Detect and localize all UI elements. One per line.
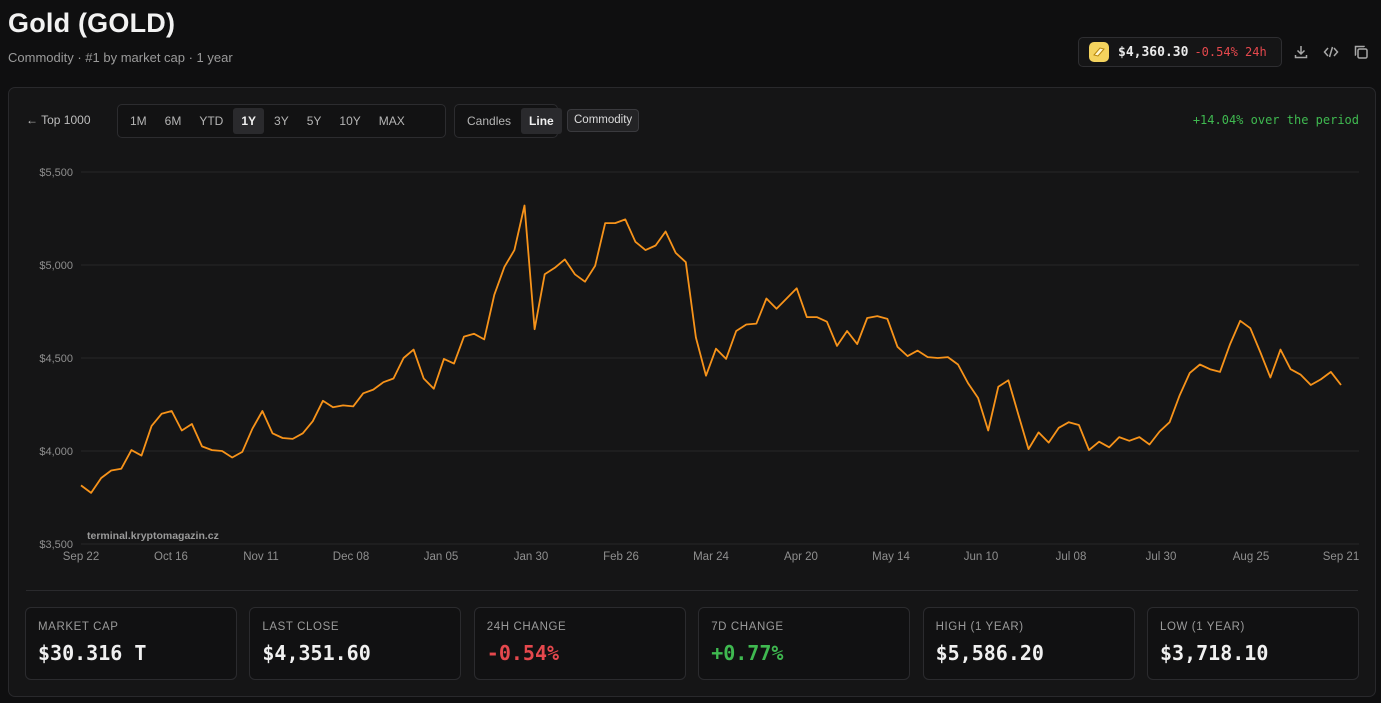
stat-card-7d-change: 7D CHANGE +0.77%: [698, 607, 911, 680]
x-tick-label: Oct 16: [154, 551, 188, 563]
x-tick-label: Sep 21: [1323, 551, 1359, 563]
x-tick-label: Jul 08: [1056, 551, 1087, 563]
stat-label: 24H CHANGE: [486, 621, 567, 633]
y-tick-label: $5,500: [39, 167, 73, 179]
stat-value: $5,586.20: [935, 641, 1044, 665]
price-line-chart[interactable]: $5,500 $5,000 $4,500 $4,000 $3,500Sep 22 Oct …: [0, 0, 1381, 703]
divider: [26, 590, 1358, 591]
y-tick-label: $4,000: [39, 446, 73, 458]
stat-label: MARKET CAP: [38, 621, 119, 633]
stat-card-high-1-year: HIGH (1 YEAR) $5,586.20: [922, 607, 1135, 680]
x-tick-label: May 14: [872, 551, 910, 563]
y-tick-label: $4,500: [39, 353, 73, 365]
x-tick-label: Mar 24: [693, 551, 729, 563]
stat-value: -0.54%: [486, 641, 560, 665]
stat-value: +0.77%: [711, 641, 784, 665]
x-tick-label: Jun 10: [964, 551, 999, 563]
stat-card-last-close: LAST CLOSE $4,351.60: [249, 607, 462, 680]
price-series-line: [80, 204, 1342, 494]
stat-card-low-1-year: LOW (1 YEAR) $3,718.10: [1147, 607, 1359, 680]
x-tick-label: Feb 26: [603, 551, 639, 563]
y-tick-label: $5,000: [39, 260, 73, 272]
stat-value: $3,718.10: [1160, 641, 1269, 665]
stat-label: 7D CHANGE: [711, 621, 784, 633]
x-tick-label: Jul 30: [1146, 551, 1177, 563]
x-tick-label: Dec 08: [333, 551, 369, 563]
stat-card-market-cap: MARKET CAP $30.316 T: [25, 607, 237, 680]
stat-value: $30.316 T: [38, 641, 147, 665]
x-tick-label: Nov 11: [243, 551, 279, 563]
x-tick-label: Sep 22: [63, 551, 99, 563]
stat-value: $4,351.60: [262, 641, 371, 665]
x-tick-label: Jan 05: [424, 551, 459, 563]
x-tick-label: Apr 20: [784, 551, 818, 563]
stat-label: LOW (1 YEAR): [1160, 621, 1245, 633]
stat-label: HIGH (1 YEAR): [935, 621, 1024, 633]
stat-label: LAST CLOSE: [262, 621, 340, 633]
chart-watermark: terminal.kryptomagazin.cz: [87, 530, 219, 542]
y-tick-label: $3,500: [39, 539, 73, 551]
x-tick-label: Aug 25: [1233, 551, 1269, 563]
x-tick-label: Jan 30: [514, 551, 549, 563]
stat-card-24h-change: 24H CHANGE -0.54%: [473, 607, 686, 680]
